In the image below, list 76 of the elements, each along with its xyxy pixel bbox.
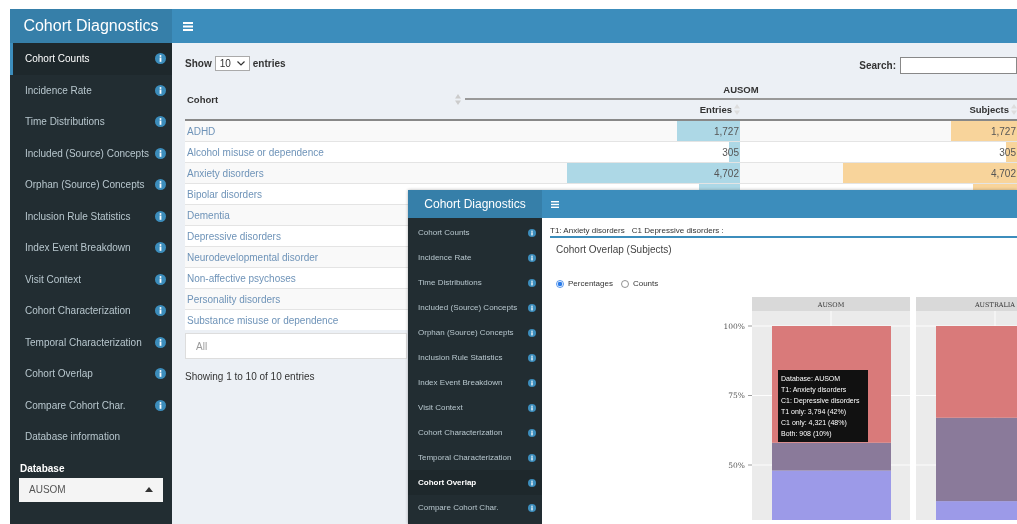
sidebar-item[interactable]: Inclusion Rule Statistics xyxy=(408,345,542,370)
info-icon[interactable] xyxy=(528,303,536,312)
sidebar-item[interactable]: Index Event Breakdown xyxy=(10,232,172,264)
sidebar-item[interactable]: Time Distributions xyxy=(10,106,172,138)
sidebar-item[interactable]: Database information xyxy=(10,421,172,453)
info-icon[interactable] xyxy=(155,53,166,65)
sidebar-item[interactable]: Time Distributions xyxy=(408,270,542,295)
info-icon[interactable] xyxy=(528,228,536,237)
app-title: Cohort Diagnostics xyxy=(408,190,542,218)
sidebar-item[interactable]: Orphan (Source) Concepts xyxy=(10,169,172,201)
radio-icon[interactable] xyxy=(620,279,629,288)
database-label: Database xyxy=(19,461,66,476)
radio-option[interactable]: Percentages xyxy=(556,279,613,288)
info-icon[interactable] xyxy=(528,278,536,287)
show-label: Show xyxy=(185,58,212,69)
app-title: Cohort Diagnostics xyxy=(10,9,172,43)
radio-icon[interactable] xyxy=(556,279,564,288)
info-icon[interactable] xyxy=(155,273,166,285)
menu-icon[interactable] xyxy=(183,21,193,31)
box-title: Cohort Overlap (Subjects) xyxy=(556,244,673,255)
info-icon[interactable] xyxy=(155,179,166,191)
table-cell: 4,702 xyxy=(713,167,740,179)
sidebar-item[interactable]: Index Event Breakdown xyxy=(408,370,542,395)
sidebar-item[interactable]: Cohort Characterization xyxy=(408,420,542,445)
entries-label: entries xyxy=(252,58,286,69)
search-field[interactable] xyxy=(900,57,1017,74)
sidebar-item[interactable]: Temporal Characterization xyxy=(408,445,542,470)
caret-icon xyxy=(145,487,153,492)
table-cell: 4,702 xyxy=(990,167,1017,179)
sidebar-item[interactable]: Cohort Overlap xyxy=(10,358,172,390)
info-icon[interactable] xyxy=(528,328,536,337)
info-icon[interactable] xyxy=(528,378,536,387)
page-length-select[interactable]: 10 xyxy=(214,56,250,71)
info-icon[interactable] xyxy=(155,147,166,159)
table-cell: 1,727 xyxy=(990,125,1017,137)
sidebar-item[interactable]: Orphan (Source) Concepts xyxy=(408,320,542,345)
sidebar-item[interactable]: Cohort Overlap xyxy=(408,470,542,495)
sidebar-item[interactable]: Cohort Characterization xyxy=(10,295,172,327)
column-header[interactable]: Cohort xyxy=(187,94,219,105)
info-icon[interactable] xyxy=(528,478,536,487)
sidebar-item[interactable]: Compare Cohort Char. xyxy=(408,495,542,520)
sidebar-item[interactable]: Cohort Counts xyxy=(10,43,172,75)
search-label: Search: xyxy=(859,60,896,71)
radio-option[interactable]: Counts xyxy=(620,279,659,288)
info-icon[interactable] xyxy=(528,428,536,437)
sidebar-item[interactable]: Cohort Counts xyxy=(408,220,542,245)
info-icon[interactable] xyxy=(155,242,166,254)
info-icon[interactable] xyxy=(155,116,166,128)
info-icon[interactable] xyxy=(528,453,536,462)
info-icon[interactable] xyxy=(528,353,536,362)
info-icon[interactable] xyxy=(155,84,166,96)
sidebar-item[interactable]: Included (Source) Concepts xyxy=(10,137,172,169)
info-icon[interactable] xyxy=(155,210,166,222)
database-select[interactable]: AUSOM xyxy=(19,477,163,502)
sidebar-item[interactable]: Included (Source) Concepts xyxy=(408,295,542,320)
info-icon[interactable] xyxy=(528,253,536,262)
info-icon[interactable] xyxy=(528,503,536,512)
cohort-pair-tab[interactable]: T1: Anxiety disorders C1 Depressive disorders : xyxy=(550,226,1017,238)
info-icon[interactable] xyxy=(155,305,166,317)
table-cell: 305 xyxy=(722,146,740,158)
sidebar-item[interactable]: Incidence Rate xyxy=(10,74,172,106)
chevron-icon xyxy=(236,61,245,66)
sidebar-item[interactable]: Incidence Rate xyxy=(408,245,542,270)
sidebar-item[interactable]: Temporal Characterization xyxy=(10,326,172,358)
info-icon[interactable] xyxy=(155,399,166,411)
menu-icon[interactable] xyxy=(551,200,559,208)
sidebar-item[interactable]: Visit Context xyxy=(10,263,172,295)
sidebar-item[interactable]: Inclusion Rule Statistics xyxy=(10,200,172,232)
sidebar-item[interactable]: Visit Context xyxy=(408,395,542,420)
sidebar-item[interactable]: Compare Cohort Char. xyxy=(10,389,172,421)
table-cell: 1,727 xyxy=(713,125,740,137)
info-icon[interactable] xyxy=(155,368,166,380)
table-info: Showing 1 to 10 of 10 entries xyxy=(185,371,315,382)
info-icon[interactable] xyxy=(528,403,536,412)
info-icon[interactable] xyxy=(155,336,166,348)
group-header: AUSOM xyxy=(723,83,759,95)
